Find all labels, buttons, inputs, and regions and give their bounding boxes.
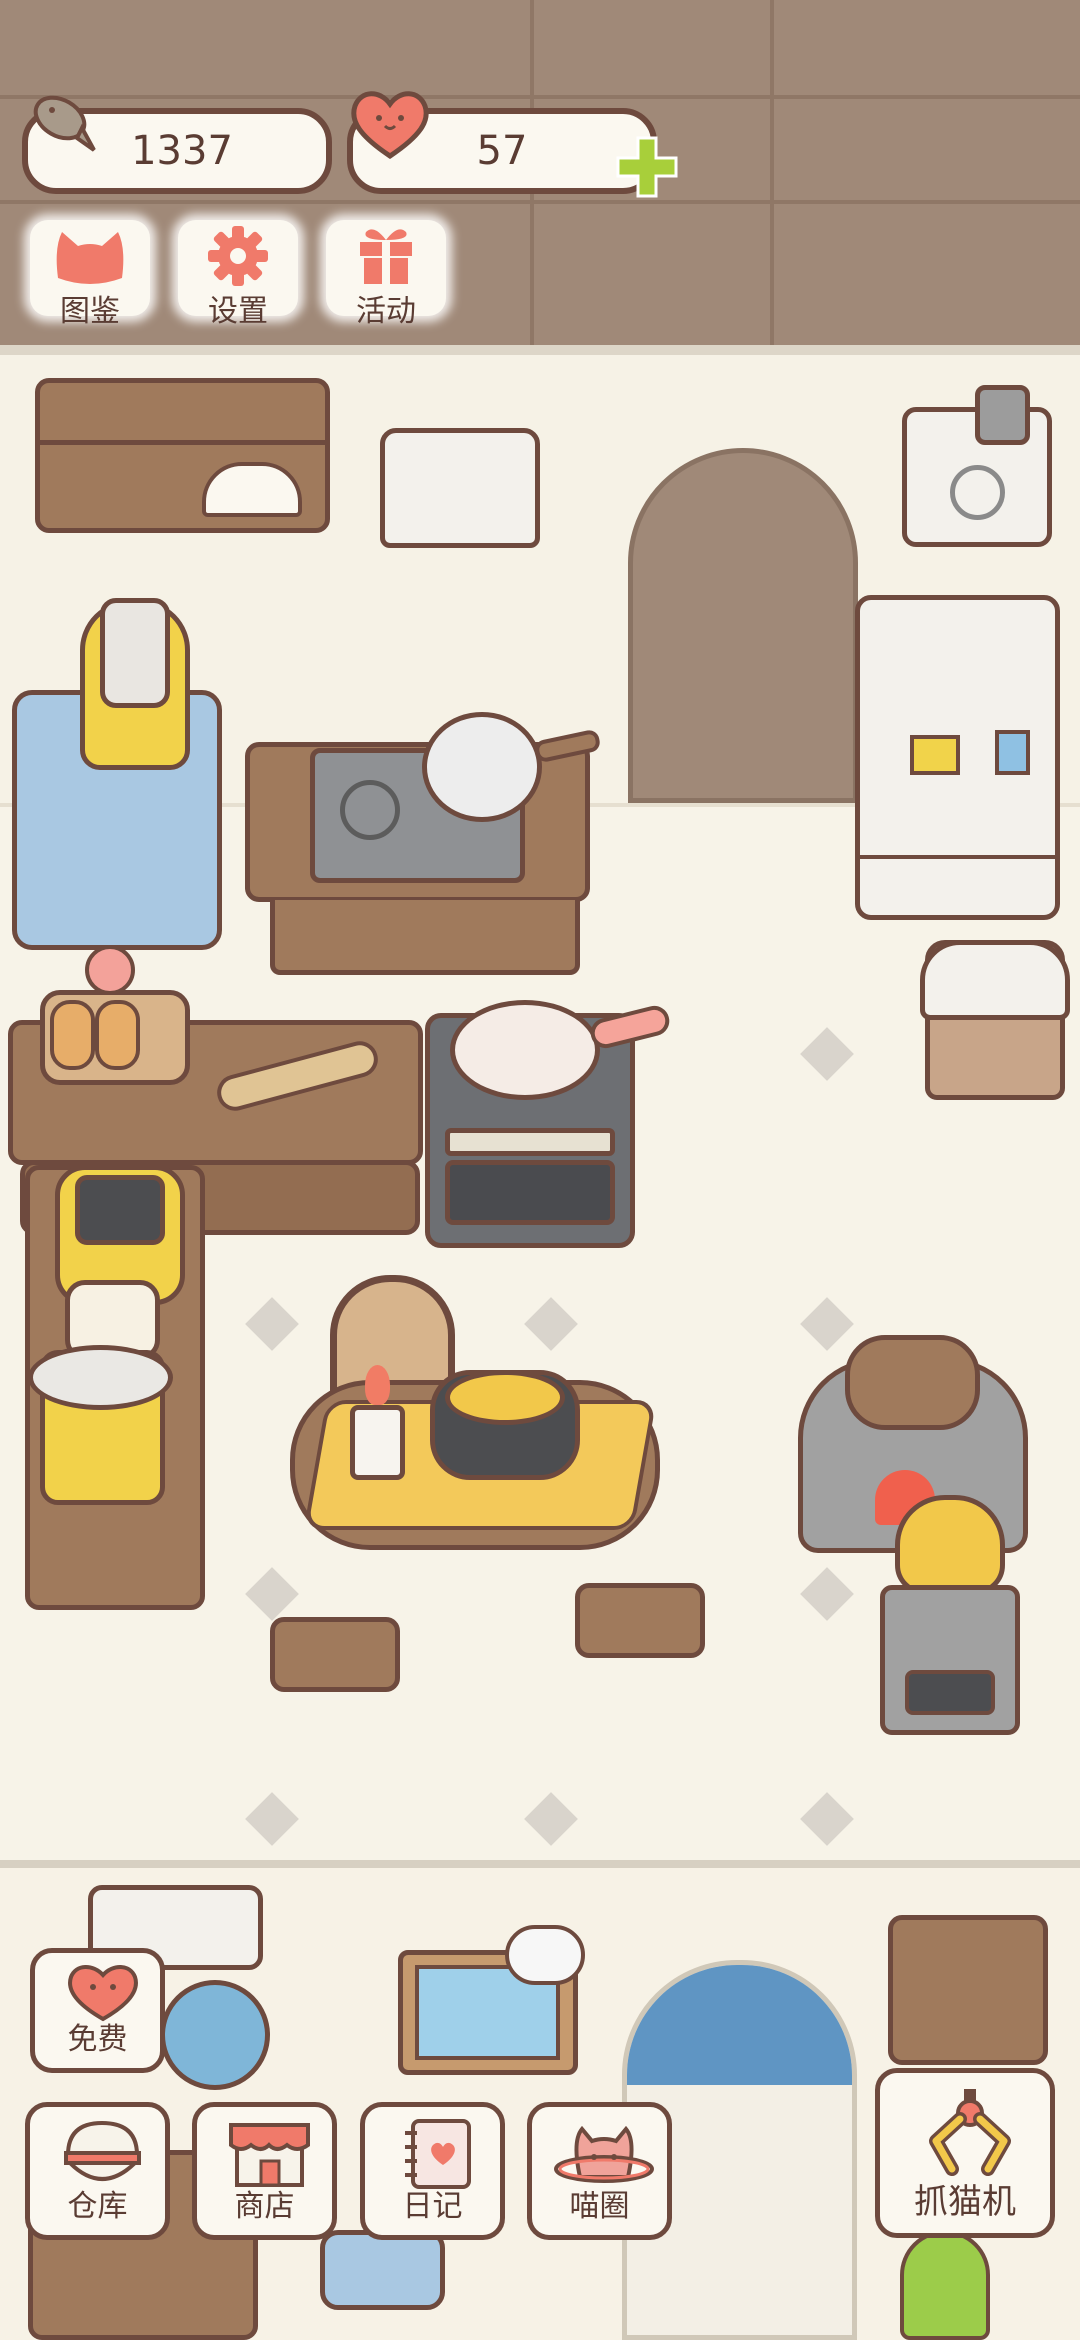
gear-icon	[206, 224, 270, 288]
stool-left[interactable]	[270, 1617, 400, 1692]
events-label: 活动	[356, 294, 416, 329]
warehouse-button[interactable]: 仓库	[25, 2102, 170, 2240]
wall-trim	[0, 345, 1080, 355]
radio[interactable]	[320, 2230, 445, 2310]
diary-button[interactable]: 日记	[360, 2102, 505, 2240]
free-button[interactable]: 免费	[30, 1948, 165, 2073]
stool-right[interactable]	[575, 1583, 705, 1658]
fish-icon	[22, 88, 100, 158]
globe[interactable]	[160, 1980, 270, 2090]
diary-icon	[401, 2115, 475, 2195]
add-hearts-button[interactable]	[612, 132, 682, 202]
potted-plant[interactable]	[900, 2230, 990, 2340]
frying-pan[interactable]	[450, 1000, 600, 1100]
candle[interactable]	[350, 1405, 405, 1480]
events-button[interactable]: 活动	[326, 220, 446, 329]
heart-icon	[63, 1961, 143, 2023]
rice-bowl-icon	[60, 2117, 145, 2192]
claw-icon	[922, 2085, 1018, 2185]
doorway	[628, 448, 858, 803]
shop-icon	[227, 2117, 312, 2192]
lower-right-cabinet[interactable]	[888, 1915, 1048, 2065]
claw-machine-button[interactable]: 抓猫机	[875, 2068, 1055, 2238]
settings-button[interactable]: 设置	[178, 220, 298, 329]
fish-count: 1337	[131, 128, 233, 174]
saucepan[interactable]	[422, 712, 542, 822]
heart-icon	[345, 86, 435, 161]
collection-label: 图鉴	[60, 294, 120, 329]
range-hood[interactable]	[380, 428, 540, 548]
panda-decor	[505, 1925, 585, 1985]
cat-circle-button[interactable]: 喵圈	[527, 2102, 672, 2240]
cat-head-icon	[52, 228, 128, 286]
cat-planet-icon	[552, 2121, 657, 2193]
settings-label: 设置	[208, 294, 268, 329]
shop-button[interactable]: 商店	[192, 2102, 337, 2240]
kettle[interactable]	[895, 1495, 1005, 1595]
gift-icon	[356, 224, 416, 286]
collection-button[interactable]: 图鉴	[30, 220, 150, 329]
heart-count: 57	[476, 128, 528, 174]
lower-room-trim	[0, 1860, 1080, 1868]
